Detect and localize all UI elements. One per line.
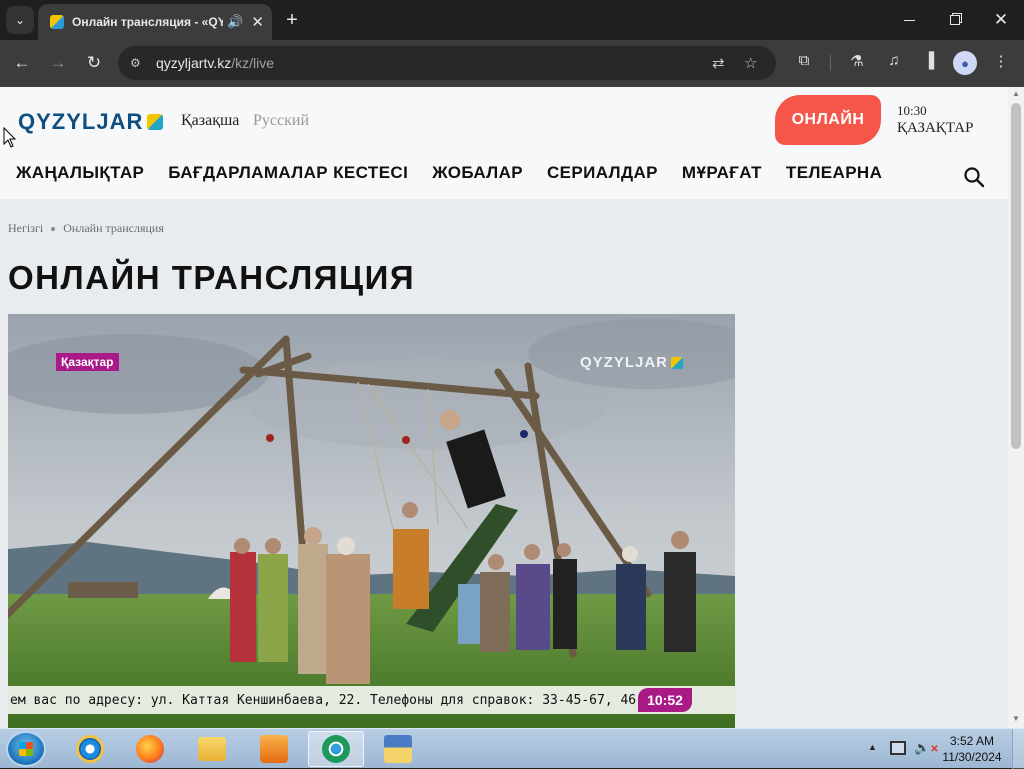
window-close-button[interactable]: ✕ [978,0,1024,40]
toolbar-divider [830,55,831,71]
url-text[interactable]: qyzyljartv.kz/kz/live [156,55,274,71]
profile-avatar-icon[interactable]: ● [953,51,977,75]
chrome-icon [322,735,350,763]
start-button[interactable] [6,731,46,767]
taskbar-clock-time[interactable]: 3:52 AM [936,734,1008,748]
main-navigation: ЖАҢАЛЫҚТАР БАҒДАРЛАМАЛАР КЕСТЕСІ ЖОБАЛАР… [16,163,882,183]
tray-expand-arrow-icon[interactable]: ▲ [868,742,877,752]
new-tab-plus-icon[interactable]: + [280,8,304,32]
site-favicon-icon [50,15,64,29]
breadcrumb: Негізгі Онлайн трансляция [8,221,164,236]
page-title: ОНЛАЙН ТРАНСЛЯЦИЯ [8,259,416,296]
window-minimize-button[interactable] [886,0,932,40]
broadcast-clock: 10:52 [638,688,692,712]
video-frame-image [8,314,735,728]
taskbar-clock-date[interactable]: 11/30/2024 [936,750,1008,764]
page-viewport: QYZYLJAR Қазақша Русский ОНЛАЙН 10:30 ҚА… [0,87,1024,728]
taskbar-file-explorer[interactable] [184,731,240,767]
taskbar-media-player[interactable] [246,731,302,767]
online-button[interactable]: ОНЛАЙН [775,95,881,145]
internet-explorer-icon [76,735,104,763]
close-tab-icon[interactable]: ✕ [251,13,264,31]
media-player-icon [260,735,288,763]
firefox-icon [136,735,164,763]
program-badge: Қазақтар [56,353,119,371]
site-info-icon[interactable]: ⚙ [130,56,148,70]
mouse-cursor-icon [3,127,17,148]
ticker-text: ем вас по адресу: ул. Каттая Кеншинбаева… [10,692,637,708]
page-scrollbar[interactable]: ▲ ▼ [1008,87,1024,728]
breadcrumb-home-link[interactable]: Негізгі [8,221,43,236]
side-panel-icon[interactable]: ▐ [918,52,940,69]
browser-toolbar: ← → ↻ ⚙ qyzyljartv.kz/kz/live ⇄ ☆ ⧉ ⚗ ♫ … [0,40,1024,87]
taskbar-disk-app[interactable] [370,731,426,767]
nav-item-series[interactable]: СЕРИАЛДАР [547,163,658,183]
scroll-down-arrow-icon[interactable]: ▼ [1012,714,1020,723]
speaker-icon[interactable]: 🔊 [227,14,243,30]
language-russian-link[interactable]: Русский [253,112,309,130]
tab-search-chevron-icon[interactable]: ⌄ [6,6,34,34]
floppy-disk-icon [384,735,412,763]
nav-item-archive[interactable]: МҰРАҒАТ [682,163,762,183]
channel-watermark-logo: QYZYLJAR [580,354,684,371]
search-icon[interactable] [962,165,986,189]
schedule-show-title[interactable]: ҚАЗАҚТАР [897,120,973,137]
network-icon[interactable] [890,741,906,755]
language-kazakh-link[interactable]: Қазақша [181,112,239,130]
nav-item-channel[interactable]: ТЕЛЕАРНА [786,163,882,183]
schedule-time: 10:30 [897,103,927,118]
nav-item-news[interactable]: ЖАҢАЛЫҚТАР [16,163,144,183]
breadcrumb-current: Онлайн трансляция [63,221,164,235]
forward-arrow-icon[interactable]: → [44,49,72,77]
folder-icon [198,737,226,761]
nav-item-projects[interactable]: ЖОБАЛАР [432,163,523,183]
labs-flask-icon[interactable]: ⚗ [846,52,868,70]
back-arrow-icon[interactable]: ← [8,49,36,77]
show-desktop-button[interactable] [1012,729,1024,769]
taskbar-chrome[interactable] [308,731,364,767]
taskbar-internet-explorer[interactable] [62,731,118,767]
site-header: QYZYLJAR Қазақша Русский ОНЛАЙН 10:30 ҚА… [0,87,1008,199]
live-video-player[interactable]: Қазақтар QYZYLJAR ем вас по адресу: ул. … [8,314,735,728]
scroll-up-arrow-icon[interactable]: ▲ [1012,89,1020,98]
windows-taskbar: ▲ 🔈✕ 3:52 AM 11/30/2024 [0,728,1024,769]
volume-muted-icon[interactable]: 🔈✕ [914,740,939,756]
breadcrumb-separator [51,226,56,231]
address-bar[interactable]: ⚙ qyzyljartv.kz/kz/live ⇄ ☆ [118,46,776,80]
logo-mark-icon [147,114,164,130]
window-restore-button[interactable] [932,0,978,40]
nav-item-schedule[interactable]: БАҒДАРЛАМАЛАР КЕСТЕСІ [168,163,408,183]
site-logo[interactable]: QYZYLJAR [18,109,164,135]
browser-tab-active[interactable]: Онлайн трансляция - «QY 🔊 ✕ [38,4,272,40]
browser-tabbar: ⌄ Онлайн трансляция - «QY 🔊 ✕ + ✕ [0,0,1024,40]
kebab-menu-icon[interactable]: ⋮ [990,52,1012,70]
bookmark-star-icon[interactable]: ☆ [744,54,757,72]
tab-title: Онлайн трансляция - «QY [72,15,224,29]
taskbar-firefox[interactable] [122,731,178,767]
reload-icon[interactable]: ↻ [80,49,108,77]
scrollbar-thumb[interactable] [1011,103,1021,449]
news-ticker: ем вас по адресу: ул. Каттая Кеншинбаева… [8,686,735,714]
translate-icon[interactable]: ⇄ [712,54,725,72]
media-control-icon[interactable]: ♫ [883,52,905,69]
extensions-puzzle-icon[interactable]: ⧉ [793,52,815,69]
